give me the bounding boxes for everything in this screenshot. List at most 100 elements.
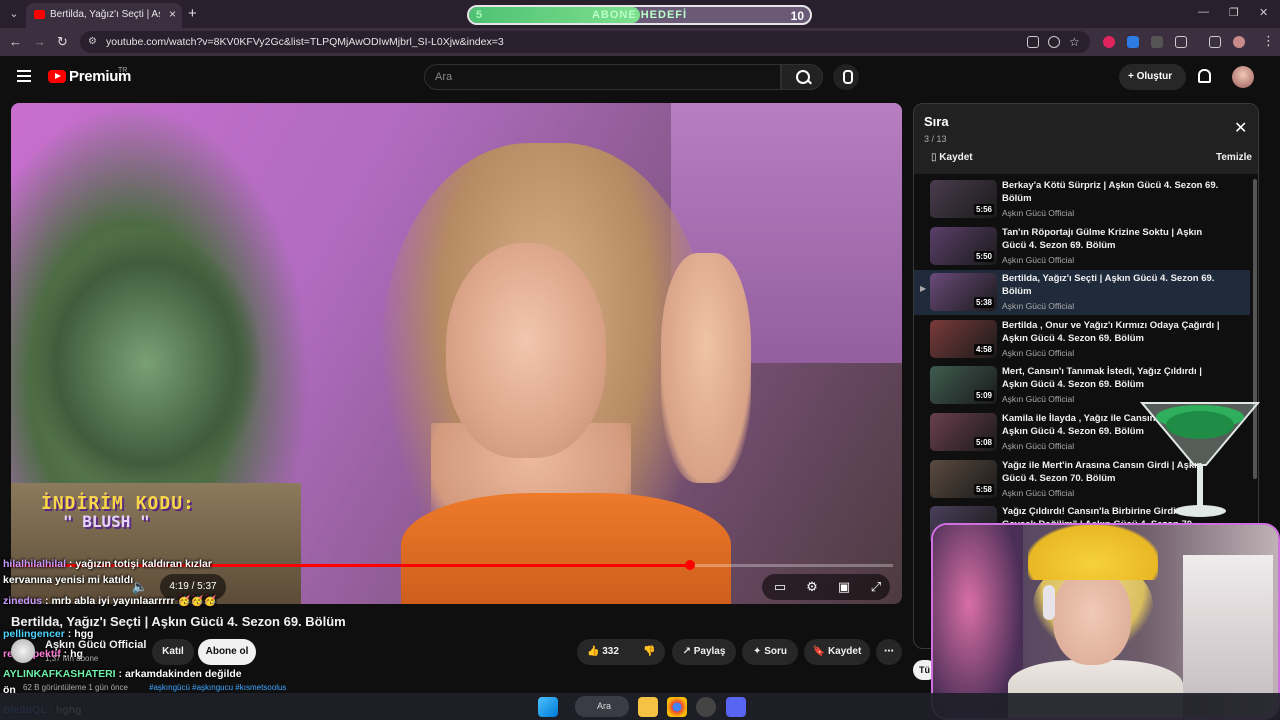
playlist-thumbnail[interactable]: 5:50 [930,226,997,265]
playlist-thumbnail[interactable]: 5:56 [930,180,997,218]
subtitles-icon[interactable]: ▭ [771,578,789,596]
url-field[interactable]: ⚙ youtube.com/watch?v=8KV0KFVy2Gc&list=T… [80,31,1090,53]
file-explorer-icon[interactable] [638,697,658,717]
obs-icon[interactable] [696,697,716,717]
playlist-duration: 5:50 [973,250,994,262]
channel-name[interactable]: Aşkın Gücü Official [45,639,146,651]
settings-gear-icon[interactable]: ⚙ [803,578,821,596]
tab-close-icon[interactable]: × [169,7,176,21]
minimize-icon[interactable]: — [1198,6,1209,18]
playlist-video-title[interactable]: Mert, Cansın'ı Tanımak İstedi, Yağız Çıl… [1002,365,1226,391]
playlist-video-title[interactable]: Berkay'a Kötü Sürpriz | Aşkın Gücü 4. Se… [1002,179,1226,205]
playlist-thumbnail[interactable]: 5:58 [930,459,997,498]
search-input[interactable] [425,65,780,89]
playlist-clear-button[interactable]: Temizle [1216,152,1252,163]
site-info-icon[interactable]: ⚙ [88,36,97,47]
taskbar-search-label: Ara [597,701,612,711]
start-icon[interactable] [538,697,558,717]
restore-icon[interactable]: ❐ [1229,6,1239,19]
reading-list-icon[interactable] [1209,36,1221,48]
menu-icon[interactable] [17,70,31,82]
video-player[interactable]: İNDİRİM KODU: " BLUSH " [11,103,902,604]
bookmark-star-icon[interactable]: ☆ [1069,35,1080,49]
taskbar-search[interactable]: Ara [575,696,629,717]
windows-taskbar: Ara [0,693,1280,720]
hashtags[interactable]: #aşkıngücü #aşkıngucu #kısmetsoolus [149,683,286,692]
playlist-thumbnail[interactable]: 5:38 [930,273,997,312]
save-button[interactable]: 🔖 Kaydet [804,639,870,665]
playlist-video-title[interactable]: Bertilda, Yağız'ı Seçti | Aşkın Gücü 4. … [1002,272,1226,298]
playlist-item[interactable]: 5:56 Berkay'a Kötü Sürpriz | Aşkın Gücü 4… [914,177,1250,222]
playlist-thumbnail[interactable]: 5:09 [930,366,997,405]
install-app-icon[interactable] [1027,36,1039,48]
video-plant-leaves [31,233,261,493]
like-count: 332 [602,646,619,657]
create-button[interactable]: + Oluştur [1119,64,1186,90]
profile-icon[interactable] [1233,36,1245,48]
promo-code-value: " BLUSH " [63,512,150,531]
search-icon[interactable] [781,64,823,90]
playlist-thumbnail[interactable]: 4:58 [930,319,997,358]
browser-tab[interactable]: Bertilda, Yağız'ı Seçti | Aşkın Gücü 4. … [26,3,182,28]
playlist-header: Sıra 3 / 13 ✕ ▯ Kaydet Temizle [914,104,1258,174]
promo-overlay: İNDİRİM KODU: " BLUSH " [41,493,195,531]
playlist-item[interactable]: ▶ 5:38 Bertilda, Yağız'ı Seçti | Aşkın Güc… [914,270,1250,316]
browser-tab-bar: ⌄ Bertilda, Yağız'ı Seçti | Aşkın Gücü 4… [0,0,1280,28]
cocktail-glass-overlay [1140,402,1260,517]
ask-button[interactable]: ✦ Soru [742,639,798,665]
playlist-save-button[interactable]: ▯ Kaydet [931,152,973,163]
video-person-orange-top [401,493,731,604]
playlist-duration: 5:56 [973,204,994,215]
tab-list-icon[interactable]: ⌄ [6,6,22,22]
like-button[interactable]: 👍 332 [587,646,619,657]
playlist-duration: 5:09 [973,390,994,402]
back-icon[interactable]: ← [9,34,22,49]
playlist-duration: 4:58 [973,343,994,355]
youtube-logo-icon[interactable] [48,70,66,83]
tracking-icon[interactable] [1048,36,1060,48]
playlist-item[interactable]: 4:58 Bertilda , Onur ve Yağız'ı Kırmızı O… [914,317,1250,362]
theater-mode-icon[interactable]: ▣ [835,578,853,596]
subscribe-button[interactable]: Abone ol [198,639,256,665]
playlist-duration: 5:38 [973,297,994,309]
subscriber-count: 1,37 Mn abone [45,654,99,663]
bookmark-icon: 🔖 [812,646,826,657]
playlist-item[interactable]: 5:50 Tan'ın Röportajı Gülme Krizine Soktu… [914,224,1250,269]
discord-icon[interactable] [726,697,746,717]
join-button[interactable]: Katıl [152,639,194,665]
extensions-puzzle-icon[interactable] [1175,36,1187,48]
extension-blue-icon[interactable] [1127,36,1139,48]
more-actions-icon[interactable]: ⋯ [876,639,902,665]
playlist-channel: Aşkın Gücü Official [1002,208,1075,218]
webcam-pikachu-hat [1028,525,1158,580]
fullscreen-icon[interactable]: ⤢ [867,578,885,596]
extension-red-icon[interactable] [1103,36,1115,48]
chrome-icon[interactable] [667,697,687,717]
playlist-close-icon[interactable]: ✕ [1234,118,1247,138]
sparkle-icon: ✦ [753,646,762,657]
playlist-channel: Aşkın Gücü Official [1002,394,1075,405]
forward-icon[interactable]: → [33,34,46,49]
chat-message: zinedus : mrb abla iyi yayınlaarrrrr 🥳🥳🥳 [3,594,217,607]
playlist-video-title[interactable]: Bertilda , Onur ve Yağız'ı Kırmızı Odaya… [1002,319,1226,345]
browser-menu-icon[interactable]: ⋮ [1262,33,1275,49]
account-avatar[interactable] [1232,66,1254,88]
chat-message: AYLINKAFKASHATERI : arkamdakinden değild… [3,668,242,680]
dislike-button[interactable]: 👎 [643,639,655,665]
microphone-icon[interactable] [833,64,859,90]
playlist-position: 3 / 13 [924,134,947,144]
window-close-icon[interactable]: ✕ [1259,6,1268,19]
playlist-thumbnail[interactable]: 5:08 [930,413,997,451]
notifications-bell-icon[interactable] [1198,69,1211,83]
reload-icon[interactable]: ↻ [57,34,68,50]
new-tab-icon[interactable]: + [188,5,197,22]
chat-text: mrb abla iyi yayınlaarrrrr 🥳🥳🥳 [51,595,217,607]
playlist-channel: Aşkın Gücü Official [1002,347,1075,358]
extension-dark-icon[interactable] [1151,36,1163,48]
channel-avatar[interactable] [11,639,35,663]
playlist-video-title[interactable]: Tan'ın Röportajı Gülme Krizine Soktu | A… [1002,226,1226,252]
share-button[interactable]: ↗ Paylaş [672,639,736,665]
promo-code-title: İNDİRİM KODU: [41,493,195,514]
playlist-duration: 5:08 [973,437,994,448]
share-label: Paylaş [693,646,726,657]
